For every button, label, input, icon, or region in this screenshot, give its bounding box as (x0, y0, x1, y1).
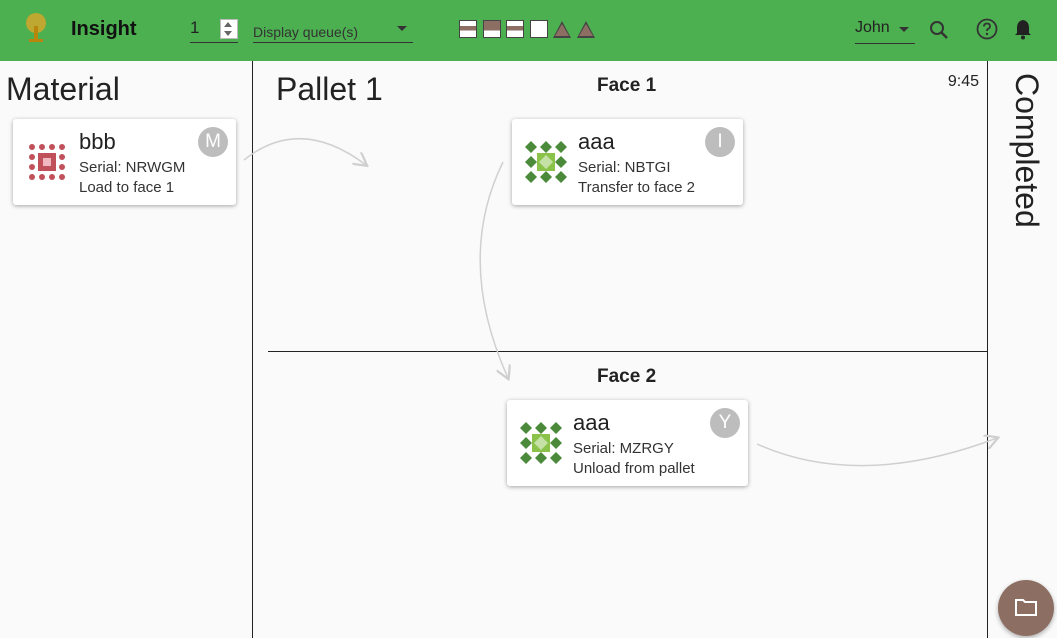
stripe-square-icon (459, 20, 477, 38)
material-column: Material bbb Serial: NRWGM Load to face … (0, 61, 253, 638)
card-avatar: Y (710, 408, 740, 438)
help-icon[interactable] (976, 18, 998, 40)
folder-icon (1015, 599, 1037, 616)
card-part-name: aaa (573, 410, 610, 435)
bell-icon[interactable] (1013, 18, 1033, 40)
completed-title: Completed (1009, 73, 1045, 228)
face-divider (268, 351, 987, 352)
chevron-down-icon (899, 27, 909, 32)
card-part-name: aaa (578, 129, 615, 154)
chevron-down-icon (397, 26, 407, 31)
pallet-title: Pallet 1 (276, 71, 383, 107)
app-title: Insight (71, 18, 137, 40)
face1-title: Face 1 (597, 75, 657, 96)
card-serial: Serial: NBTGI (578, 159, 671, 176)
completed-column: Completed (988, 61, 1057, 638)
card-action: Load to face 1 (79, 179, 175, 196)
material-card[interactable]: bbb Serial: NRWGM Load to face 1 M (13, 119, 236, 205)
number-input[interactable]: 1 (190, 16, 238, 43)
face2-title: Face 2 (597, 366, 657, 387)
card-serial: Serial: MZRGY (573, 440, 674, 457)
spin-down-icon[interactable] (224, 31, 232, 36)
spin-up-icon[interactable] (224, 22, 232, 27)
card-action: Unload from pallet (573, 460, 695, 477)
queue-placeholder: Display queue(s) (253, 24, 359, 40)
user-name: John (855, 19, 890, 36)
number-spinner[interactable] (220, 19, 238, 39)
part-identicon-icon (520, 422, 562, 464)
brown-triangle-icon (553, 21, 571, 38)
face2-card[interactable]: aaa Serial: MZRGY Unload from pallet Y (507, 400, 748, 486)
white-square-icon (530, 20, 548, 38)
brown-white-square-icon (483, 20, 501, 38)
brown-triangle-icon (577, 21, 595, 38)
app-bar: Insight 1 Display queue(s) John (0, 0, 1057, 61)
card-serial: Serial: NRWGM (79, 159, 186, 176)
card-part-name: bbb (79, 129, 116, 154)
card-action: Transfer to face 2 (578, 179, 695, 196)
material-title: Material (6, 71, 120, 107)
stripe-square-icon (506, 20, 524, 38)
part-identicon-icon (525, 141, 567, 183)
queue-select[interactable]: Display queue(s) (253, 16, 413, 43)
clock: 9:45 (947, 73, 979, 90)
search-icon[interactable] (929, 20, 949, 40)
number-value: 1 (190, 18, 200, 37)
part-identicon-icon (29, 144, 65, 180)
face1-card[interactable]: aaa Serial: NBTGI Transfer to face 2 I (512, 119, 743, 205)
pallet-column: Pallet 1 9:45 Face 1 aaa Serial: NBTGI T… (253, 61, 988, 638)
card-avatar: I (705, 127, 735, 157)
tree-logo-icon (26, 13, 46, 42)
open-folder-button[interactable] (998, 580, 1054, 636)
user-select[interactable]: John (855, 16, 915, 44)
card-avatar: M (198, 127, 228, 157)
